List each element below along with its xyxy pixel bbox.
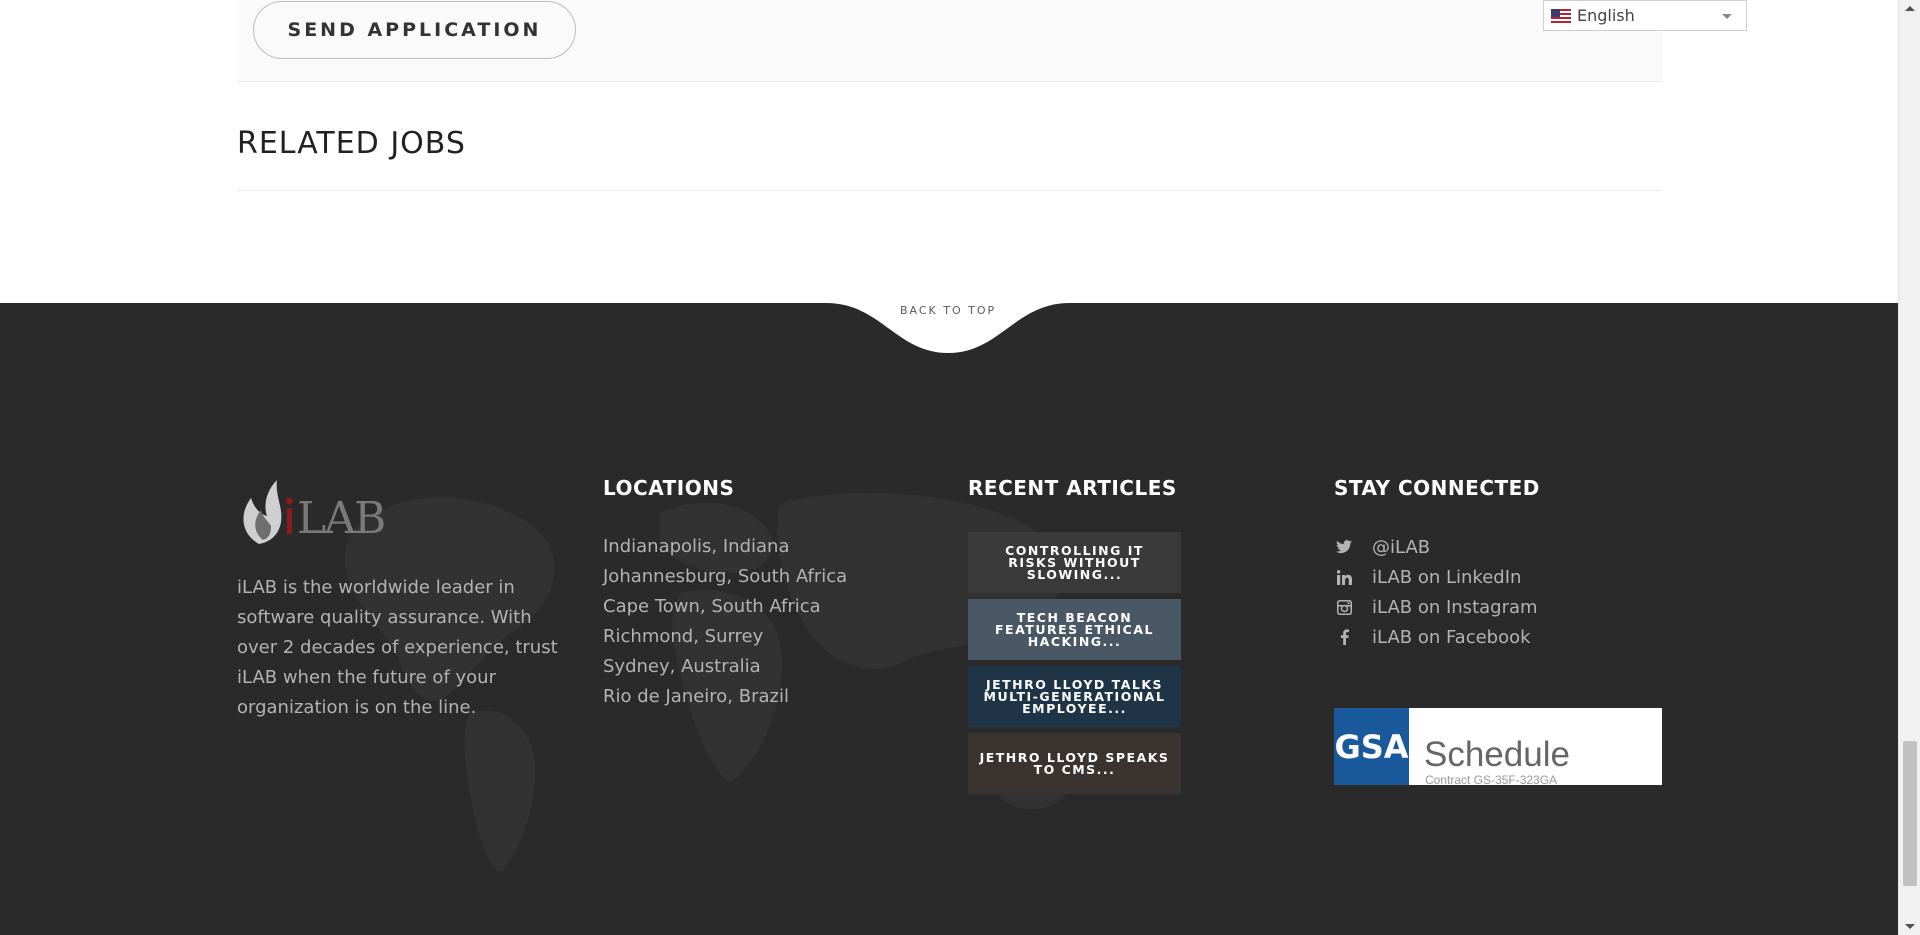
twitter-icon <box>1334 537 1354 557</box>
location-item: Sydney, Australia <box>603 656 761 677</box>
article-card[interactable]: JETHRO LLOYD SPEAKS TO CMS... <box>968 733 1181 794</box>
article-title: CONTROLLING IT RISKS WITHOUT SLOWING... <box>1005 542 1144 582</box>
social-link-label: @iLAB <box>1372 536 1431 558</box>
gsa-schedule-badge[interactable]: GSA Schedule Contract GS-35F-323GA <box>1334 708 1662 785</box>
article-card[interactable]: CONTROLLING IT RISKS WITHOUT SLOWING... <box>968 532 1181 593</box>
gsa-contract-number: Contract GS-35F-323GA <box>1425 773 1558 785</box>
social-link-twitter[interactable]: @iLAB <box>1334 532 1538 562</box>
gsa-schedule-word: Schedule <box>1424 735 1570 774</box>
page-scrollbar[interactable] <box>1898 0 1920 935</box>
gsa-logo: GSA <box>1334 708 1409 785</box>
language-selected: English <box>1577 6 1635 25</box>
scroll-up-arrow-icon[interactable] <box>1905 6 1915 11</box>
location-item: Rio de Janeiro, Brazil <box>603 686 789 707</box>
social-link-label: iLAB on LinkedIn <box>1372 566 1522 588</box>
locations-list: Indianapolis, Indiana Johannesburg, Sout… <box>603 532 847 712</box>
facebook-icon <box>1334 627 1354 647</box>
location-item: Cape Town, South Africa <box>603 596 821 617</box>
linkedin-icon <box>1334 567 1354 587</box>
about-text: iLAB is the worldwide leader in software… <box>237 577 558 718</box>
article-title: TECH BEACON FEATURES ETHICAL HACKING... <box>995 609 1154 649</box>
recent-articles-title: RECENT ARTICLES <box>968 476 1177 500</box>
social-link-linkedin[interactable]: iLAB on LinkedIn <box>1334 562 1538 592</box>
back-to-top-link[interactable]: BACK TO TOP <box>900 304 996 317</box>
language-selector[interactable]: English <box>1543 0 1747 31</box>
ilab-logo: LAB <box>243 480 386 544</box>
location-item: Richmond, Surrey <box>603 626 764 647</box>
svg-text:LAB: LAB <box>297 493 384 544</box>
divider <box>237 190 1662 191</box>
article-title: JETHRO LLOYD SPEAKS TO CMS... <box>979 749 1170 777</box>
social-link-label: iLAB on Facebook <box>1372 626 1531 648</box>
social-links: @iLAB iLAB on LinkedIn iLAB on Instagram… <box>1334 532 1538 652</box>
social-link-facebook[interactable]: iLAB on Facebook <box>1334 622 1538 652</box>
social-link-label: iLAB on Instagram <box>1372 596 1538 618</box>
us-flag-icon <box>1551 8 1571 23</box>
send-application-button[interactable]: SEND APPLICATION <box>253 1 576 59</box>
recent-articles-list: CONTROLLING IT RISKS WITHOUT SLOWING... … <box>968 532 1181 800</box>
social-link-instagram[interactable]: iLAB on Instagram <box>1334 592 1538 622</box>
scrollbar-thumb[interactable] <box>1903 741 1917 886</box>
article-title: JETHRO LLOYD TALKS MULTI-GENERATIONAL EM… <box>983 676 1166 716</box>
location-item: Indianapolis, Indiana <box>603 536 790 557</box>
stay-connected-title: STAY CONNECTED <box>1334 476 1540 500</box>
location-item: Johannesburg, South Africa <box>603 566 848 587</box>
article-card[interactable]: JETHRO LLOYD TALKS MULTI-GENERATIONAL EM… <box>968 666 1181 727</box>
article-card[interactable]: TECH BEACON FEATURES ETHICAL HACKING... <box>968 599 1181 660</box>
scroll-down-arrow-icon[interactable] <box>1905 924 1915 929</box>
chevron-down-icon <box>1722 14 1732 19</box>
locations-title: LOCATIONS <box>603 476 735 500</box>
instagram-icon <box>1334 597 1354 617</box>
related-jobs-title: RELATED JOBS <box>237 126 466 161</box>
